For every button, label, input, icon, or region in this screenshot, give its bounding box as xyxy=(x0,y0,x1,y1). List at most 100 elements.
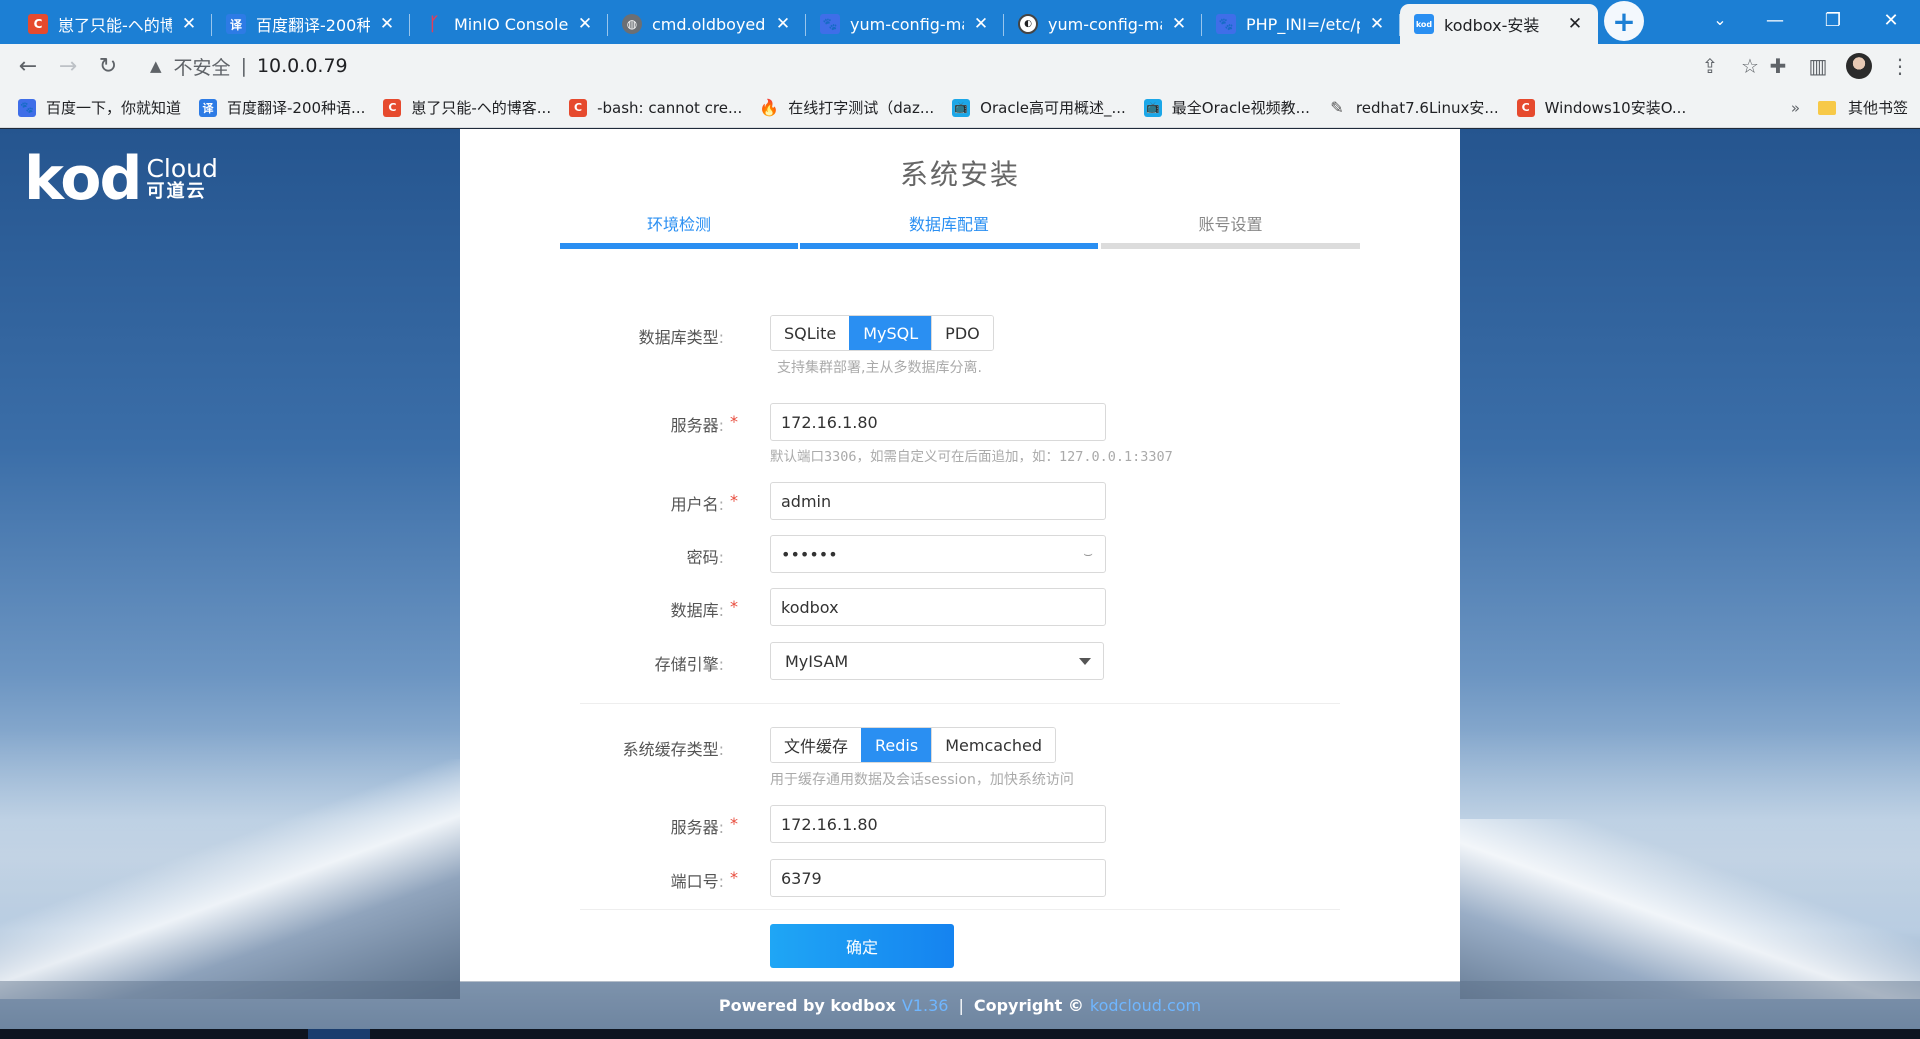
cache-server-input[interactable]: 172.16.1.80 xyxy=(770,805,1106,843)
kodcloud-link[interactable]: kodcloud.com xyxy=(1090,996,1201,1015)
warning-triangle-icon[interactable]: ▲ xyxy=(150,57,162,75)
tab-title: PHP_INI=/etc/ph xyxy=(1246,14,1360,34)
address-bar[interactable]: ▲ 不安全 | 10.0.0.79 xyxy=(136,48,1726,84)
bookmark-label: 最全Oracle视频教... xyxy=(1171,99,1310,117)
bookmark-item[interactable]: 📺 最全Oracle视频教... xyxy=(1143,97,1310,118)
section-divider xyxy=(580,703,1340,704)
db-engine-row: 存储引擎: MyISAM xyxy=(460,642,1460,680)
required-asterisk: * xyxy=(730,597,738,616)
cache-type-redis-button[interactable]: Redis xyxy=(861,728,932,762)
close-tab-icon[interactable]: ✕ xyxy=(970,14,992,34)
step-account: 账号设置 xyxy=(1101,205,1360,249)
db-password-input[interactable]: •••••• ⌣ xyxy=(770,535,1106,573)
db-type-sqlite-button[interactable]: SQLite xyxy=(771,316,850,350)
browser-tab[interactable]: ◐ yum-config-man ✕ xyxy=(1004,4,1202,44)
browser-tab-active[interactable]: kod kodbox-安装 ✕ xyxy=(1400,4,1598,44)
tab-title: kodbox-安装 xyxy=(1444,16,1540,35)
db-engine-label: 存储引擎: xyxy=(654,655,724,674)
db-name-input[interactable]: kodbox xyxy=(770,588,1106,626)
flame-icon: 🔥 xyxy=(759,98,780,117)
db-engine-select[interactable]: MyISAM xyxy=(770,642,1104,680)
browser-tab[interactable]: C 崽了只能-ヘ的博客 ✕ xyxy=(14,4,212,44)
extensions-puzzle-icon[interactable]: ✚ xyxy=(1758,54,1798,78)
security-label[interactable]: 不安全 xyxy=(174,53,231,80)
cache-type-file-button[interactable]: 文件缓存 xyxy=(771,728,862,762)
tab-search-chevron-icon[interactable]: ⌄ xyxy=(1700,4,1740,36)
other-bookmarks-label: 其他书签 xyxy=(1847,99,1908,117)
bookmark-item[interactable]: 🐾 百度一下，你就知道 xyxy=(18,97,181,118)
db-type-pdo-button[interactable]: PDO xyxy=(931,316,993,350)
close-window-icon[interactable]: ✕ xyxy=(1862,0,1920,40)
tab-title: cmd.oldboyedu xyxy=(652,14,766,34)
bookmark-item[interactable]: C -bash: cannot cre... xyxy=(569,98,742,117)
cache-port-input[interactable]: 6379 xyxy=(770,859,1106,897)
bookmarks-overflow-button[interactable]: » xyxy=(1791,99,1800,117)
side-panel-icon[interactable]: ▥ xyxy=(1798,54,1838,78)
window-controls: — ❐ ✕ xyxy=(1746,0,1920,40)
bookmark-item[interactable]: C Windows10安装O... xyxy=(1516,97,1687,118)
db-server-hint: 默认端口3306，如需自定义可在后面追加，如：127.0.0.1:3307 xyxy=(770,449,1173,465)
copyright-text: Copyright © xyxy=(973,995,1084,1015)
bookmark-label: 百度翻译-200种语... xyxy=(227,99,366,117)
step-db-config: 数据库配置 xyxy=(800,205,1098,249)
taskbar-indicator xyxy=(308,1029,370,1039)
bookmark-item[interactable]: 📺 Oracle高可用概述_... xyxy=(952,97,1126,118)
share-icon[interactable]: ⇪ xyxy=(1690,54,1730,78)
browser-tab[interactable]: 🐾 yum-config-man ✕ xyxy=(806,4,1004,44)
browser-toolbar: ← → ↻ ▲ 不安全 | 10.0.0.79 ⇪ ☆ ✚ ▥ ⋮ xyxy=(0,44,1920,88)
close-tab-icon[interactable]: ✕ xyxy=(574,14,596,34)
db-engine-value: MyISAM xyxy=(785,651,849,671)
reload-icon[interactable]: ↻ xyxy=(88,46,128,86)
bookmark-item[interactable]: ✎ redhat7.6Linux安... xyxy=(1328,97,1498,118)
required-asterisk: * xyxy=(730,491,738,510)
bookmark-item[interactable]: C 崽了只能-ヘ的博客... xyxy=(383,97,551,118)
bilibili-icon: 📺 xyxy=(952,98,971,117)
new-tab-button[interactable]: + xyxy=(1604,1,1644,41)
step-env-check: 环境检测 xyxy=(560,205,798,249)
db-type-hint: 支持集群部署,主从多数据库分离. xyxy=(777,360,982,376)
bookmark-item[interactable]: 译百度翻译-200种语... xyxy=(199,97,365,118)
tab-title: yum-config-man xyxy=(1048,14,1162,34)
folder-icon xyxy=(1817,100,1836,115)
address-separator: | xyxy=(240,55,247,77)
url-text[interactable]: 10.0.0.79 xyxy=(257,55,348,77)
close-tab-icon[interactable]: ✕ xyxy=(1366,14,1388,34)
logo-text: Cloud 可道云 xyxy=(146,156,217,201)
browser-tab[interactable]: 🐾 PHP_INI=/etc/ph ✕ xyxy=(1202,4,1400,44)
close-tab-icon[interactable]: ✕ xyxy=(376,14,398,34)
required-asterisk: * xyxy=(730,868,738,887)
other-bookmarks-folder[interactable]: 其他书签 xyxy=(1817,97,1908,118)
close-tab-icon[interactable]: ✕ xyxy=(772,14,794,34)
confirm-button[interactable]: 确定 xyxy=(770,924,954,968)
profile-avatar[interactable] xyxy=(1846,53,1872,79)
cache-port-label-text: 端口号 xyxy=(670,872,719,891)
db-user-input[interactable]: admin xyxy=(770,482,1106,520)
restore-icon[interactable]: ❐ xyxy=(1804,0,1862,40)
baidu-translate-icon: 译 xyxy=(226,14,246,34)
section-divider xyxy=(580,909,1340,910)
browser-tab[interactable]: 译 百度翻译-200种语言 ✕ xyxy=(212,4,410,44)
bookmark-item[interactable]: 🔥 在线打字测试（daz... xyxy=(759,97,934,118)
eye-closed-icon[interactable]: ⌣ xyxy=(1083,545,1093,563)
db-server-input[interactable]: 172.16.1.80 xyxy=(770,403,1106,441)
browser-tab[interactable]: ◍ cmd.oldboyedu ✕ xyxy=(608,4,806,44)
back-arrow-icon[interactable]: ← xyxy=(8,46,48,86)
db-type-mysql-button[interactable]: MySQL xyxy=(849,316,932,350)
menu-kebab-icon[interactable]: ⋮ xyxy=(1880,54,1920,78)
logo-text-cn: 可道云 xyxy=(146,180,207,202)
forward-arrow-icon[interactable]: → xyxy=(48,46,88,86)
db-server-label-text: 服务器 xyxy=(670,416,719,435)
cache-type-hint: 用于缓存通用数据及会话session，加快系统访问 xyxy=(770,772,1074,788)
kodcloud-logo: kod Cloud 可道云 xyxy=(24,149,218,209)
minimize-icon[interactable]: — xyxy=(1746,0,1804,40)
close-tab-icon[interactable]: ✕ xyxy=(178,14,200,34)
close-tab-icon[interactable]: ✕ xyxy=(1168,14,1190,34)
cache-type-label: 系统缓存类型: xyxy=(622,740,724,759)
close-tab-icon[interactable]: ✕ xyxy=(1564,14,1586,34)
csdn-icon: C xyxy=(28,14,48,34)
browser-tab[interactable]: ᚴ MinIO Console ✕ xyxy=(410,4,608,44)
db-password-row: 密码: •••••• ⌣ xyxy=(460,535,1460,573)
bookmark-label: Windows10安装O... xyxy=(1544,99,1687,117)
password-value: •••••• xyxy=(781,544,838,564)
cache-type-memcached-button[interactable]: Memcached xyxy=(931,728,1055,762)
